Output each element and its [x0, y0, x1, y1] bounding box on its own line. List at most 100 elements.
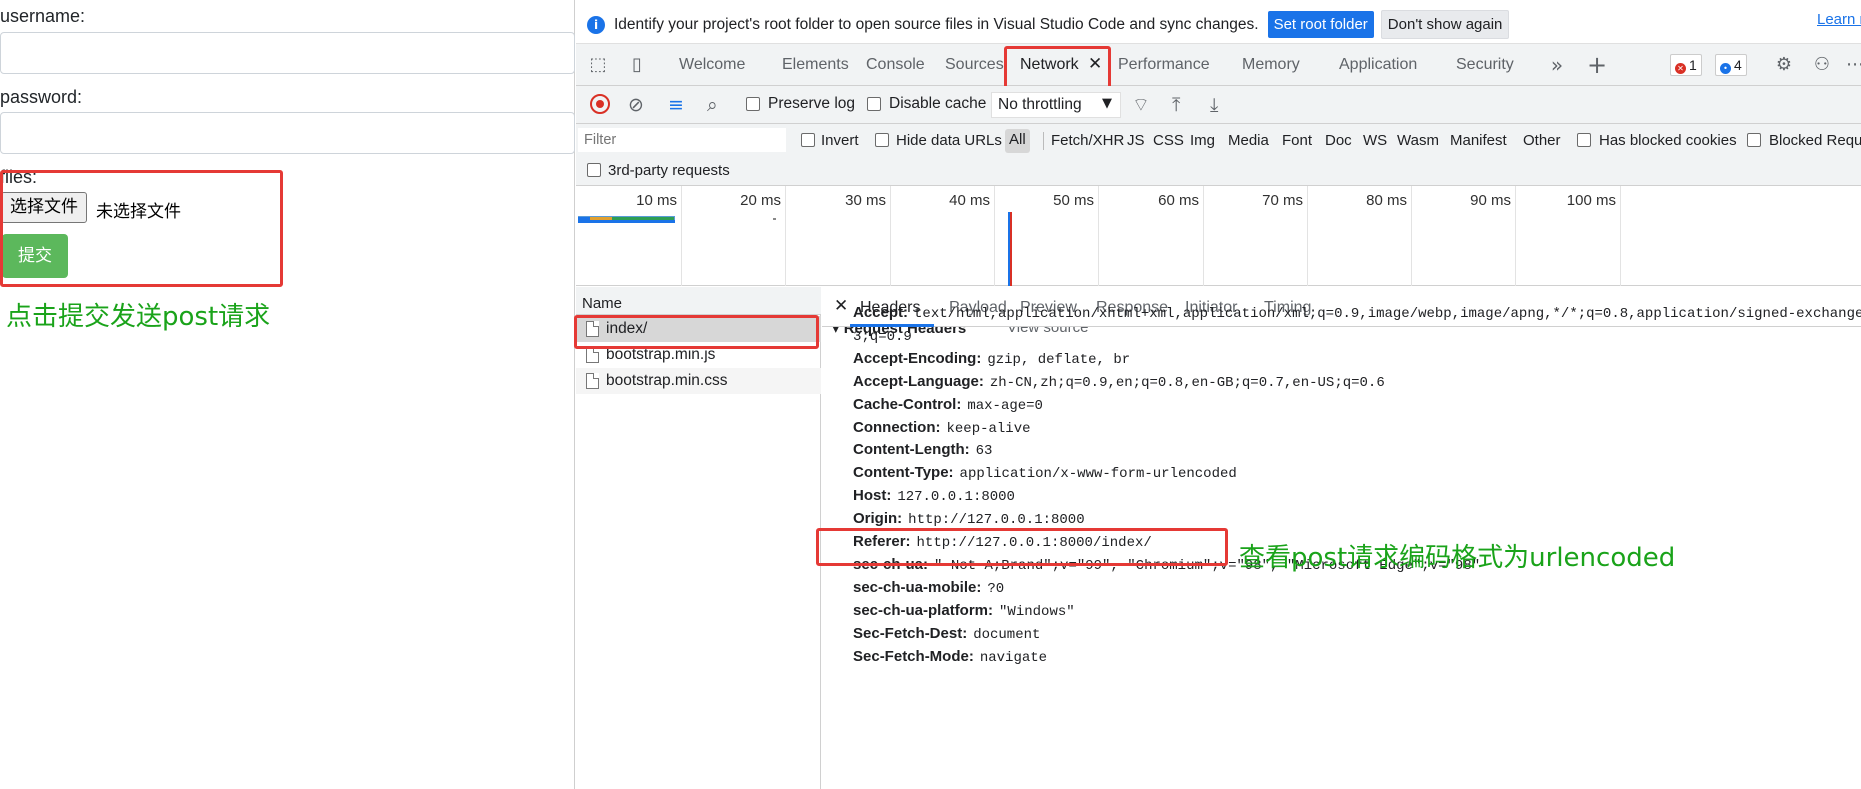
timeline-tick-label: 50 ms: [1053, 192, 1094, 209]
header-row: Content-Type: application/x-www-form-urle…: [853, 464, 1237, 482]
timeline-overview[interactable]: 10 ms 20 ms 30 ms 40 ms 50 ms 60 ms 70 ms 80 ms…: [576, 186, 1861, 286]
filter-type-font[interactable]: Font: [1282, 132, 1312, 149]
header-row: Accept-Encoding: gzip, deflate, br: [853, 350, 1130, 368]
record-icon[interactable]: [590, 94, 610, 114]
header-value: 3;q=0.9: [853, 329, 912, 345]
tab-network[interactable]: Network: [1020, 56, 1079, 74]
header-value: max-age=0: [967, 398, 1043, 414]
header-name: Sec-Fetch-Dest:: [853, 625, 968, 642]
filter-type-doc[interactable]: Doc: [1325, 132, 1352, 149]
export-har-icon[interactable]: ⤓: [1210, 94, 1218, 116]
document-icon: [586, 321, 599, 337]
header-name: sec-ch-ua-platform:: [853, 602, 994, 619]
header-name: Sec-Fetch-Mode:: [853, 648, 974, 665]
load-event-line: [1010, 212, 1012, 286]
submit-button[interactable]: 提交: [2, 234, 68, 278]
filter-type-img[interactable]: Img: [1190, 132, 1215, 149]
tab-performance[interactable]: Performance: [1118, 56, 1210, 74]
invert-checkbox[interactable]: [801, 133, 815, 147]
filter-type-ws[interactable]: WS: [1363, 132, 1387, 149]
third-party-checkbox[interactable]: [587, 163, 601, 177]
gear-icon[interactable]: ⚙: [1773, 54, 1795, 76]
disable-cache-checkbox[interactable]: [867, 97, 881, 111]
header-row: Origin: http://127.0.0.1:8000: [853, 510, 1085, 528]
add-tab-icon[interactable]: +: [1586, 53, 1608, 77]
username-input[interactable]: [0, 32, 575, 74]
files-label: files:: [0, 167, 38, 187]
message-badge[interactable]: • 4: [1715, 54, 1747, 76]
filter-type-css[interactable]: CSS: [1153, 132, 1184, 149]
network-conditions-icon[interactable]: ⌔: [1132, 94, 1150, 116]
header-row: Accept-Language: zh-CN,zh;q=0.9,en;q=0.8,…: [853, 373, 1385, 391]
header-row: Cache-Control: max-age=0: [853, 396, 1043, 414]
tab-elements[interactable]: Elements: [782, 56, 849, 74]
import-har-icon[interactable]: ⤒: [1172, 94, 1180, 116]
filter-type-media[interactable]: Media: [1228, 132, 1269, 149]
filter-type-js[interactable]: JS: [1127, 132, 1145, 149]
preserve-log-checkbox[interactable]: [746, 97, 760, 111]
request-name: bootstrap.min.css: [606, 372, 728, 389]
learn-more-link[interactable]: Learn n: [1817, 11, 1861, 28]
header-row: Content-Length: 63: [853, 441, 992, 459]
tab-application[interactable]: Application: [1339, 56, 1417, 74]
device-toolbar-icon[interactable]: ▯: [626, 54, 648, 76]
error-count: 1: [1689, 57, 1697, 73]
filter-type-fetch-xhr[interactable]: Fetch/XHR: [1051, 132, 1124, 149]
search-icon[interactable]: ⌕: [707, 94, 718, 116]
request-row[interactable]: bootstrap.min.css: [576, 368, 821, 394]
clear-icon[interactable]: ⊘: [628, 94, 644, 116]
timeline-tick-label: 80 ms: [1366, 192, 1407, 209]
header-value: zh-CN,zh;q=0.9,en;q=0.8,en-GB;q=0.7,en-U…: [989, 375, 1385, 391]
hide-data-urls-label: Hide data URLs: [896, 132, 1002, 149]
close-icon[interactable]: ✕: [1088, 54, 1102, 74]
request-row-selected[interactable]: index/: [576, 316, 821, 342]
password-input[interactable]: [0, 112, 575, 154]
timeline-gridline: [681, 186, 682, 286]
error-badge[interactable]: ✕ 1: [1670, 54, 1702, 76]
filter-type-all[interactable]: All: [1005, 129, 1030, 153]
timeline-gridline: [1515, 186, 1516, 286]
timeline-gridline: [1098, 186, 1099, 286]
tab-memory[interactable]: Memory: [1242, 56, 1300, 74]
hide-data-urls-checkbox[interactable]: [875, 133, 889, 147]
view-source-link[interactable]: View source: [1007, 327, 1088, 336]
error-icon: ✕: [1675, 63, 1686, 74]
set-root-folder-button[interactable]: Set root folder: [1267, 11, 1374, 38]
filter-type-wasm[interactable]: Wasm: [1397, 132, 1439, 149]
has-blocked-cookies-checkbox[interactable]: [1577, 133, 1591, 147]
name-column-header[interactable]: Name: [576, 287, 821, 315]
header-name: Content-Type:: [853, 464, 954, 481]
tab-welcome[interactable]: Welcome: [679, 56, 745, 74]
filter-icon[interactable]: ≡: [668, 94, 684, 116]
header-row: Host: 127.0.0.1:8000: [853, 487, 1015, 505]
choose-file-button[interactable]: 选择文件: [1, 192, 87, 223]
divider: [1043, 132, 1044, 150]
customize-icon[interactable]: ⚇: [1811, 54, 1833, 76]
header-row: sec-ch-ua-platform: "Windows": [853, 602, 1075, 620]
filter-type-manifest[interactable]: Manifest: [1450, 132, 1507, 149]
request-headers-section[interactable]: ▾ Request Headers View source: [832, 327, 1861, 339]
kebab-menu-icon[interactable]: ⋯: [1844, 54, 1861, 76]
inspect-element-icon[interactable]: ⬚: [587, 54, 609, 76]
tab-sources[interactable]: Sources: [945, 56, 1004, 74]
blocked-requests-checkbox[interactable]: [1747, 133, 1761, 147]
tab-security[interactable]: Security: [1456, 56, 1514, 74]
header-row: Referer: http://127.0.0.1:8000/index/: [853, 533, 1152, 551]
timeline-gridline: [1203, 186, 1204, 286]
tab-console[interactable]: Console: [866, 56, 925, 74]
header-row: Accept: text/html,application/xhtml+xml,a…: [853, 304, 1861, 322]
header-value: gzip, deflate, br: [987, 352, 1131, 368]
more-tabs-icon[interactable]: »: [1546, 54, 1568, 76]
has-blocked-cookies-label: Has blocked cookies: [1599, 132, 1737, 149]
dont-show-again-button[interactable]: Don't show again: [1380, 10, 1510, 39]
filter-input[interactable]: [578, 128, 786, 152]
timeline-tick-label: 40 ms: [949, 192, 990, 209]
timeline-tick-label: 100 ms: [1566, 192, 1616, 209]
request-row[interactable]: bootstrap.min.js: [576, 342, 821, 368]
header-row: sec-ch-ua-mobile: ?0: [853, 579, 1004, 597]
header-name: Accept-Language:: [853, 373, 984, 390]
timeline-gridline: [1307, 186, 1308, 286]
header-value: document: [973, 627, 1041, 643]
close-detail-icon[interactable]: ✕: [834, 296, 848, 316]
filter-type-other[interactable]: Other: [1523, 132, 1561, 149]
